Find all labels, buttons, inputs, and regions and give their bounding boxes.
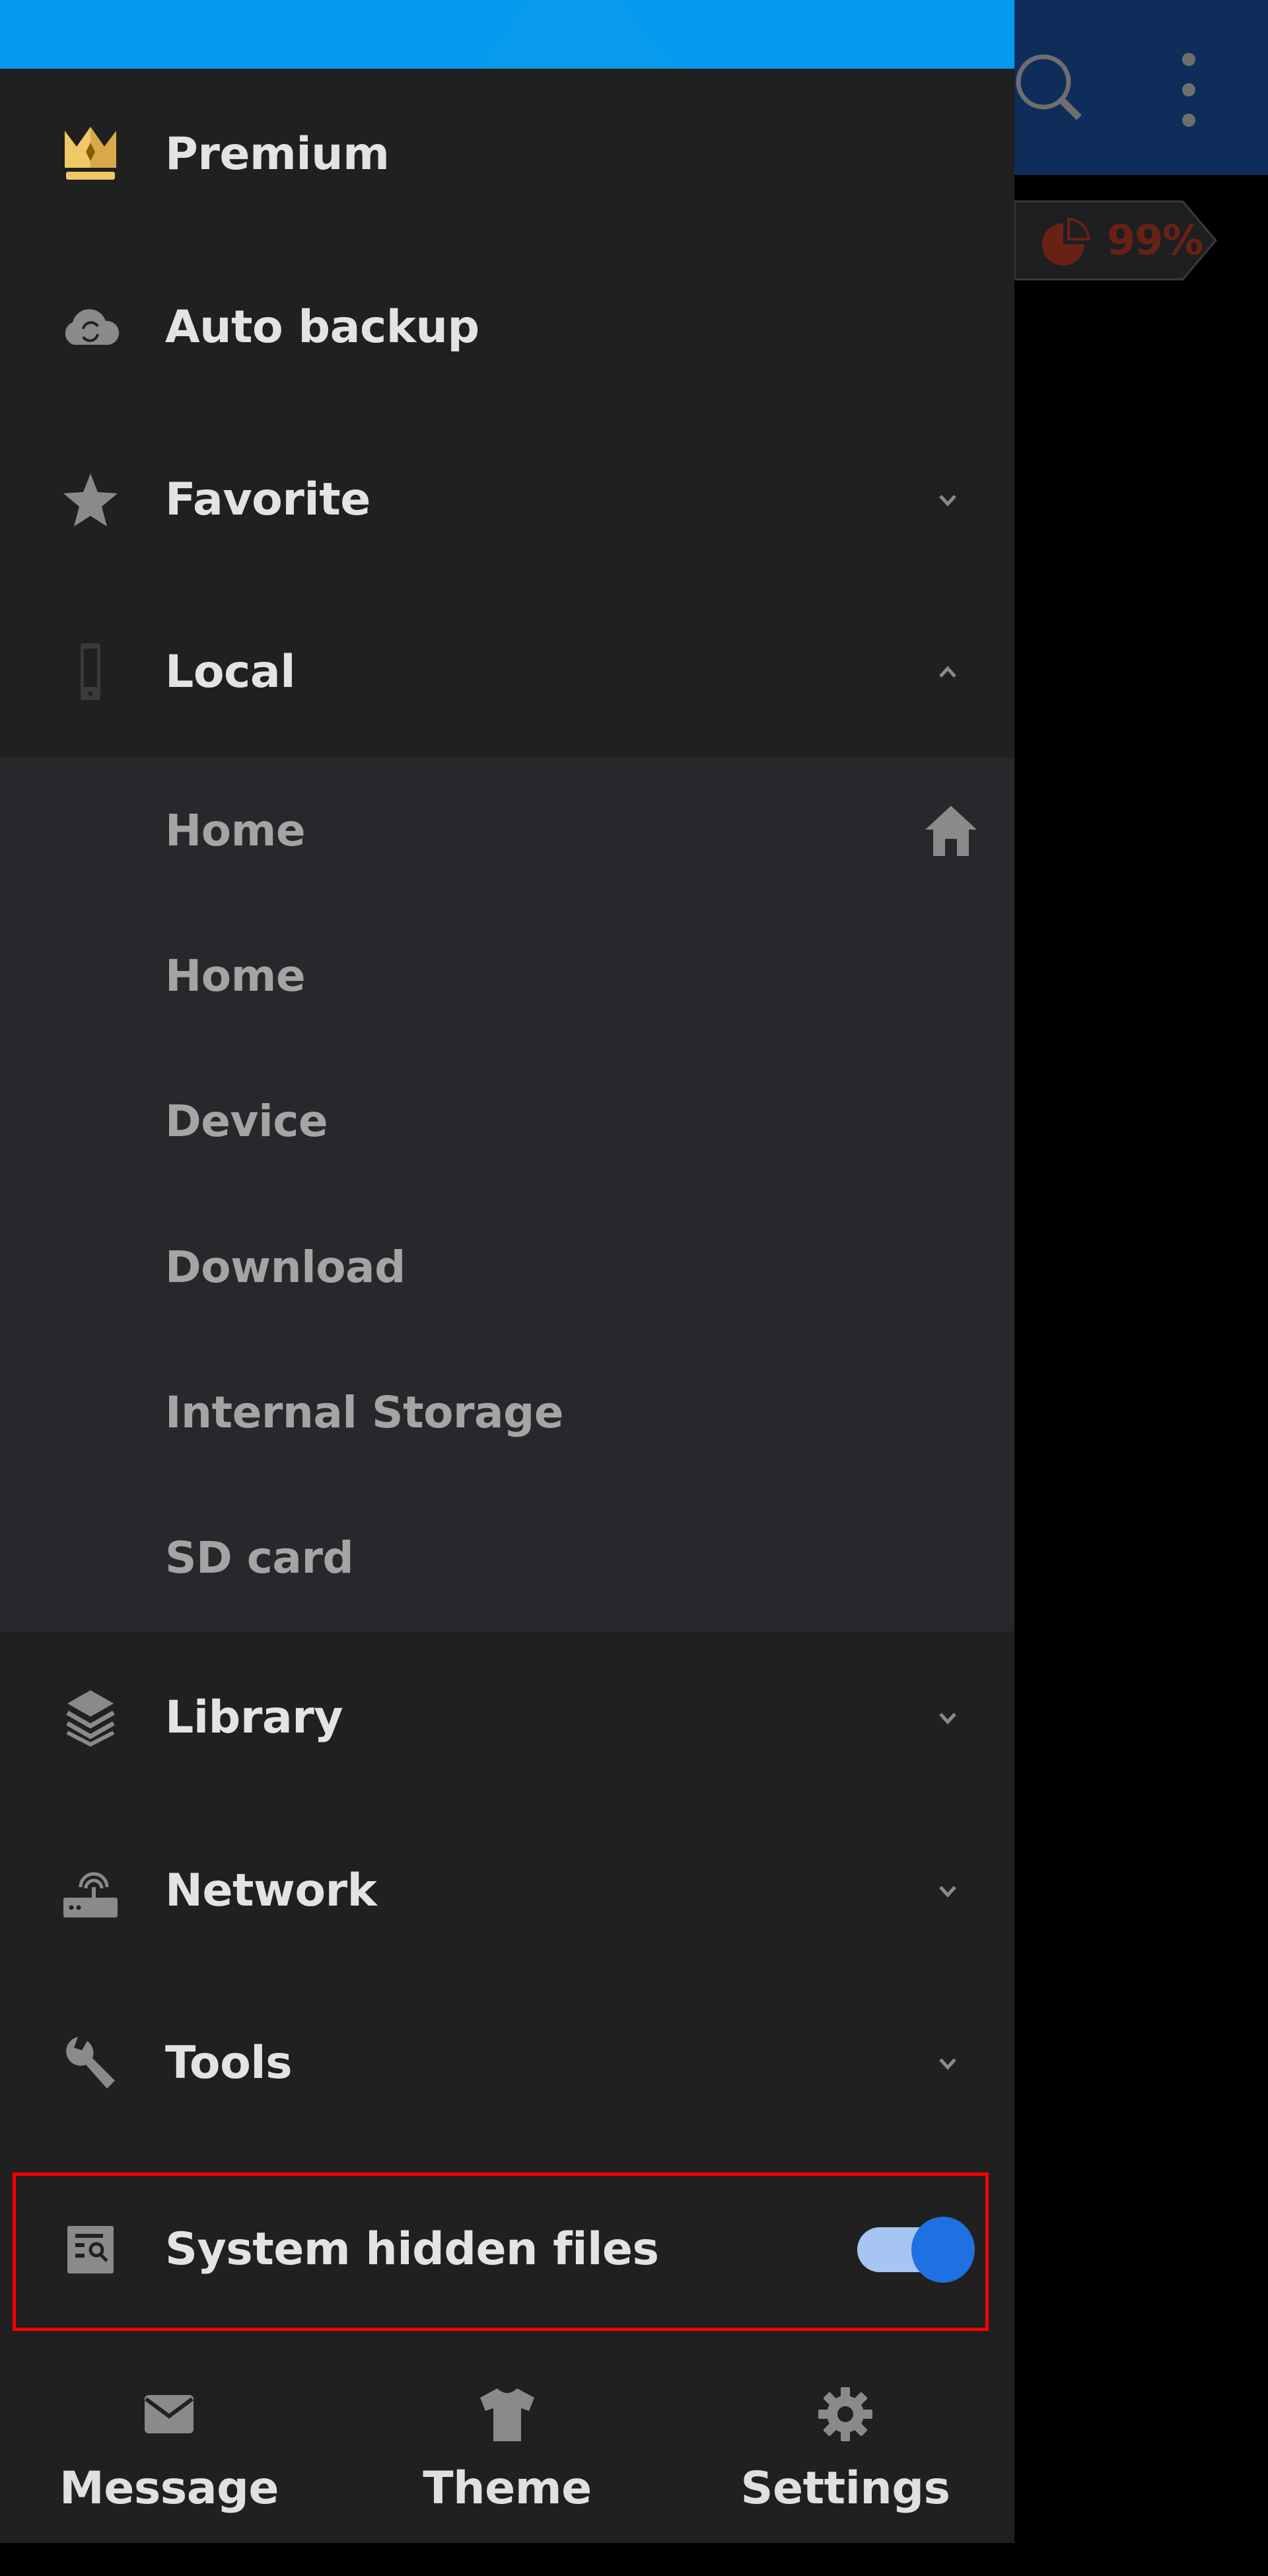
- wrench-icon: [61, 2033, 120, 2093]
- local-item-home[interactable]: Home: [0, 758, 1014, 903]
- drawer-item-label: Premium: [165, 127, 390, 180]
- gear-icon: [818, 2387, 872, 2441]
- chevron-down-icon[interactable]: [931, 1701, 964, 1734]
- more-vert-icon[interactable]: [1176, 50, 1202, 129]
- tab-label: Settings: [740, 2462, 950, 2515]
- highlight-outline: [13, 2172, 989, 2331]
- chevron-up-icon[interactable]: [931, 655, 964, 688]
- header-decoration: [476, 0, 680, 69]
- local-item-label: Download: [165, 1241, 405, 1293]
- local-item-device[interactable]: Device: [0, 1048, 1014, 1194]
- mail-icon: [145, 2395, 194, 2433]
- local-item-label: Home: [165, 950, 306, 1001]
- drawer-item-library[interactable]: Library: [0, 1631, 1014, 1804]
- chevron-down-icon[interactable]: [931, 1874, 964, 1907]
- local-item-label: SD card: [165, 1532, 354, 1583]
- drawer-item-favorite[interactable]: Favorite: [0, 413, 1014, 586]
- chevron-down-icon[interactable]: [931, 483, 964, 516]
- drawer-item-network[interactable]: Network: [0, 1804, 1014, 1977]
- crown-icon: [61, 124, 120, 184]
- drawer-item-label: Tools: [165, 2036, 293, 2089]
- drawer-header: [0, 0, 1014, 69]
- drawer-item-local[interactable]: Local: [0, 585, 1014, 758]
- settings-button[interactable]: Settings: [676, 2351, 1014, 2543]
- local-item-sd-card[interactable]: SD card: [0, 1485, 1014, 1630]
- cloud-sync-icon: [61, 297, 120, 357]
- local-item-label: Device: [165, 1095, 328, 1147]
- drawer-item-label: Network: [165, 1864, 377, 1917]
- local-item-internal-storage[interactable]: Internal Storage: [0, 1340, 1014, 1485]
- drawer-item-label: Local: [165, 645, 296, 698]
- layers-icon: [61, 1688, 120, 1747]
- drawer-item-label: Favorite: [165, 473, 370, 526]
- drawer-item-auto-backup[interactable]: Auto backup: [0, 240, 1014, 413]
- message-button[interactable]: Message: [0, 2351, 338, 2543]
- tab-label: Theme: [423, 2462, 592, 2515]
- drawer-item-label: Auto backup: [165, 301, 479, 353]
- storage-usage-badge[interactable]: 99%: [1014, 200, 1218, 281]
- local-item-label: Home: [165, 805, 306, 856]
- search-icon[interactable]: [1014, 53, 1087, 125]
- tab-label: Message: [59, 2462, 279, 2515]
- local-sublist: Home Home Device Download Internal Stora…: [0, 758, 1014, 1631]
- local-item-home-2[interactable]: Home: [0, 903, 1014, 1048]
- pie-chart-icon: [1042, 218, 1090, 266]
- chevron-down-icon[interactable]: [931, 2046, 964, 2079]
- storage-percent: 99%: [1107, 216, 1203, 264]
- local-item-download[interactable]: Download: [0, 1194, 1014, 1340]
- drawer-item-tools[interactable]: Tools: [0, 1976, 1014, 2149]
- navigation-drawer: Premium Auto backup Favorite Local Home …: [0, 0, 1014, 2543]
- router-icon: [61, 1861, 120, 1920]
- tshirt-icon: [480, 2388, 534, 2441]
- drawer-item-label: Library: [165, 1691, 343, 1744]
- theme-button[interactable]: Theme: [338, 2351, 676, 2543]
- home-icon[interactable]: [921, 801, 981, 860]
- drawer-bottom-bar: Message Theme Settings: [0, 2351, 1014, 2543]
- local-item-label: Internal Storage: [165, 1386, 564, 1438]
- phone-icon: [61, 642, 120, 701]
- star-icon: [61, 470, 120, 529]
- drawer-item-premium[interactable]: Premium: [0, 67, 1014, 240]
